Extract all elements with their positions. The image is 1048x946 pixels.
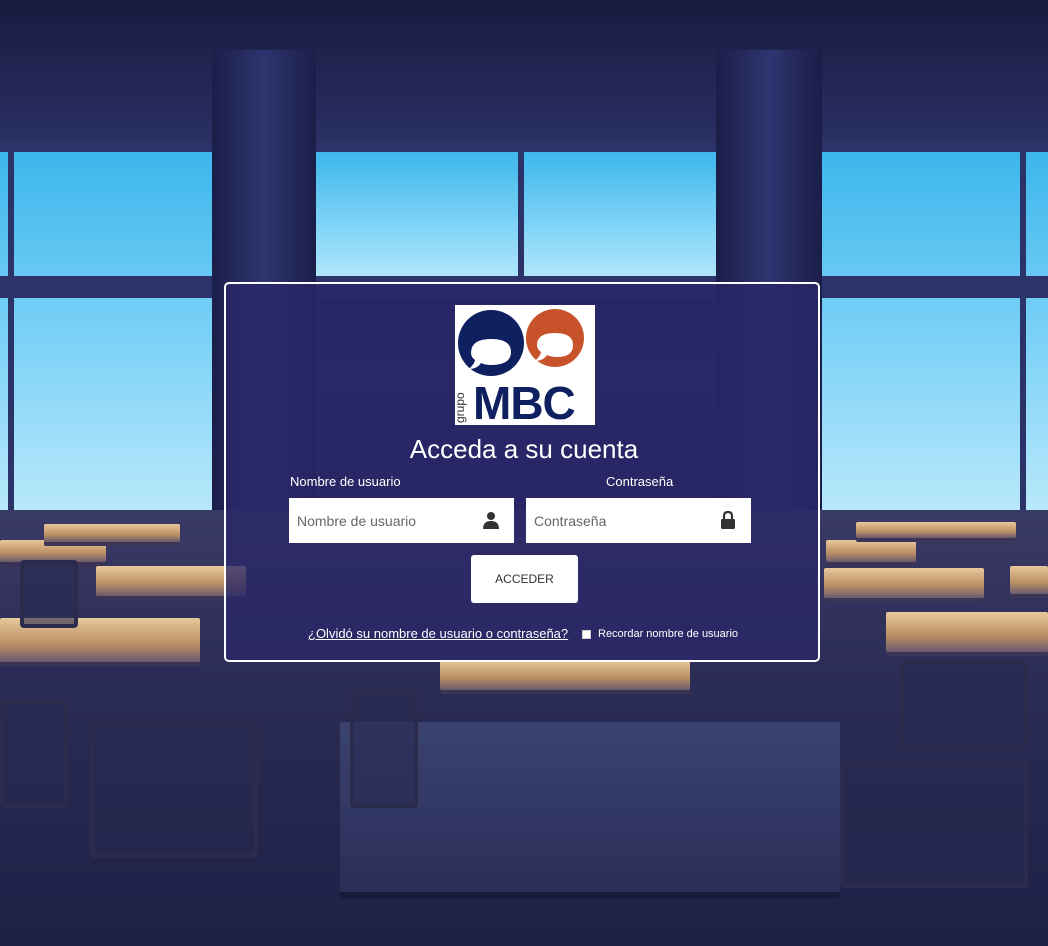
desk xyxy=(44,524,180,542)
ceiling xyxy=(0,0,1048,140)
remember-username[interactable]: Recordar nombre de usuario xyxy=(582,628,738,640)
password-field xyxy=(526,498,751,543)
window-left xyxy=(0,150,212,510)
login-panel: grupo MBC Acceda a su cuenta Nombre de u… xyxy=(224,282,820,662)
chair xyxy=(0,700,68,808)
desk xyxy=(1010,566,1048,594)
username-label: Nombre de usuario xyxy=(290,474,401,489)
chair xyxy=(20,560,78,628)
chair xyxy=(900,660,1028,748)
remember-username-checkbox[interactable] xyxy=(582,629,591,639)
window-top-bar xyxy=(0,140,1048,152)
username-input[interactable] xyxy=(289,498,477,543)
lock-icon xyxy=(721,511,735,529)
desk xyxy=(886,612,1048,652)
svg-text:grupo: grupo xyxy=(455,392,467,423)
remember-username-label: Recordar nombre de usuario xyxy=(598,628,739,640)
desk xyxy=(440,660,690,690)
password-input[interactable] xyxy=(526,498,714,543)
window-right xyxy=(822,150,1048,510)
acceder-button[interactable]: ACCEDER xyxy=(471,555,578,603)
forgot-credentials-link[interactable]: ¿Olvidó su nombre de usuario o contraseñ… xyxy=(308,626,568,641)
mbc-logo: grupo MBC xyxy=(453,305,595,429)
chair xyxy=(90,720,258,858)
desk xyxy=(824,568,984,598)
chair xyxy=(840,760,1028,888)
desk xyxy=(826,540,916,562)
username-field xyxy=(289,498,514,543)
chair xyxy=(350,690,418,808)
window-center xyxy=(316,150,716,285)
desk xyxy=(856,522,1016,538)
desk xyxy=(0,540,106,562)
window-mullion xyxy=(518,150,524,285)
login-title: Acceda a su cuenta xyxy=(409,434,639,464)
window-mullion xyxy=(1020,150,1026,510)
password-label: Contraseña xyxy=(606,474,674,489)
user-icon xyxy=(483,512,499,529)
mbc-logo-graphic: grupo MBC xyxy=(453,309,584,429)
window-mullion xyxy=(8,150,14,510)
svg-text:MBC: MBC xyxy=(473,377,575,425)
